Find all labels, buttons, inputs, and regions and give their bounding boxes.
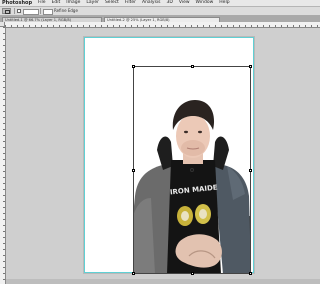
options-bar: Refine Edge <box>0 7 320 16</box>
transform-handle-bottom[interactable] <box>191 272 194 275</box>
guide-vertical[interactable] <box>84 37 85 273</box>
menu-edit[interactable]: Edit <box>49 0 64 6</box>
menu-filter[interactable]: Filter <box>122 0 139 6</box>
guide-vertical[interactable] <box>253 37 254 273</box>
transform-handle-top[interactable] <box>191 65 194 68</box>
transform-handle-left[interactable] <box>132 169 135 172</box>
option-checkbox[interactable] <box>17 9 21 13</box>
menu-help[interactable]: Help <box>216 0 232 6</box>
menu-layer[interactable]: Layer <box>83 0 102 6</box>
transform-handle-bottom-right[interactable] <box>249 272 252 275</box>
guide-horizontal[interactable] <box>84 37 254 38</box>
menu-items: File Edit Image Layer Select Filter Anal… <box>35 0 233 6</box>
app-label: Photoshop <box>2 0 33 6</box>
option-field[interactable] <box>23 9 39 15</box>
refine-edge-button[interactable]: Refine Edge <box>54 8 78 14</box>
menu-file[interactable]: File <box>35 0 49 6</box>
move-tool-icon[interactable] <box>2 8 11 14</box>
menu-3d[interactable]: 3D <box>164 0 176 6</box>
menu-view[interactable]: View <box>176 0 193 6</box>
horizontal-scrollbar[interactable] <box>6 279 320 284</box>
transform-handle-top-left[interactable] <box>132 65 135 68</box>
transform-reference-point-icon[interactable] <box>190 168 194 172</box>
transform-handle-top-right[interactable] <box>249 65 252 68</box>
menu-bar: Photoshop File Edit Image Layer Select F… <box>0 0 320 7</box>
menu-select[interactable]: Select <box>102 0 122 6</box>
transform-handle-right[interactable] <box>249 169 252 172</box>
options-separator <box>14 8 15 14</box>
option-field[interactable] <box>43 9 53 15</box>
options-separator <box>40 8 41 14</box>
menu-window[interactable]: Window <box>193 0 217 6</box>
transform-handle-bottom-left[interactable] <box>132 272 135 275</box>
menu-analysis[interactable]: Analysis <box>139 0 164 6</box>
menu-image[interactable]: Image <box>63 0 83 6</box>
